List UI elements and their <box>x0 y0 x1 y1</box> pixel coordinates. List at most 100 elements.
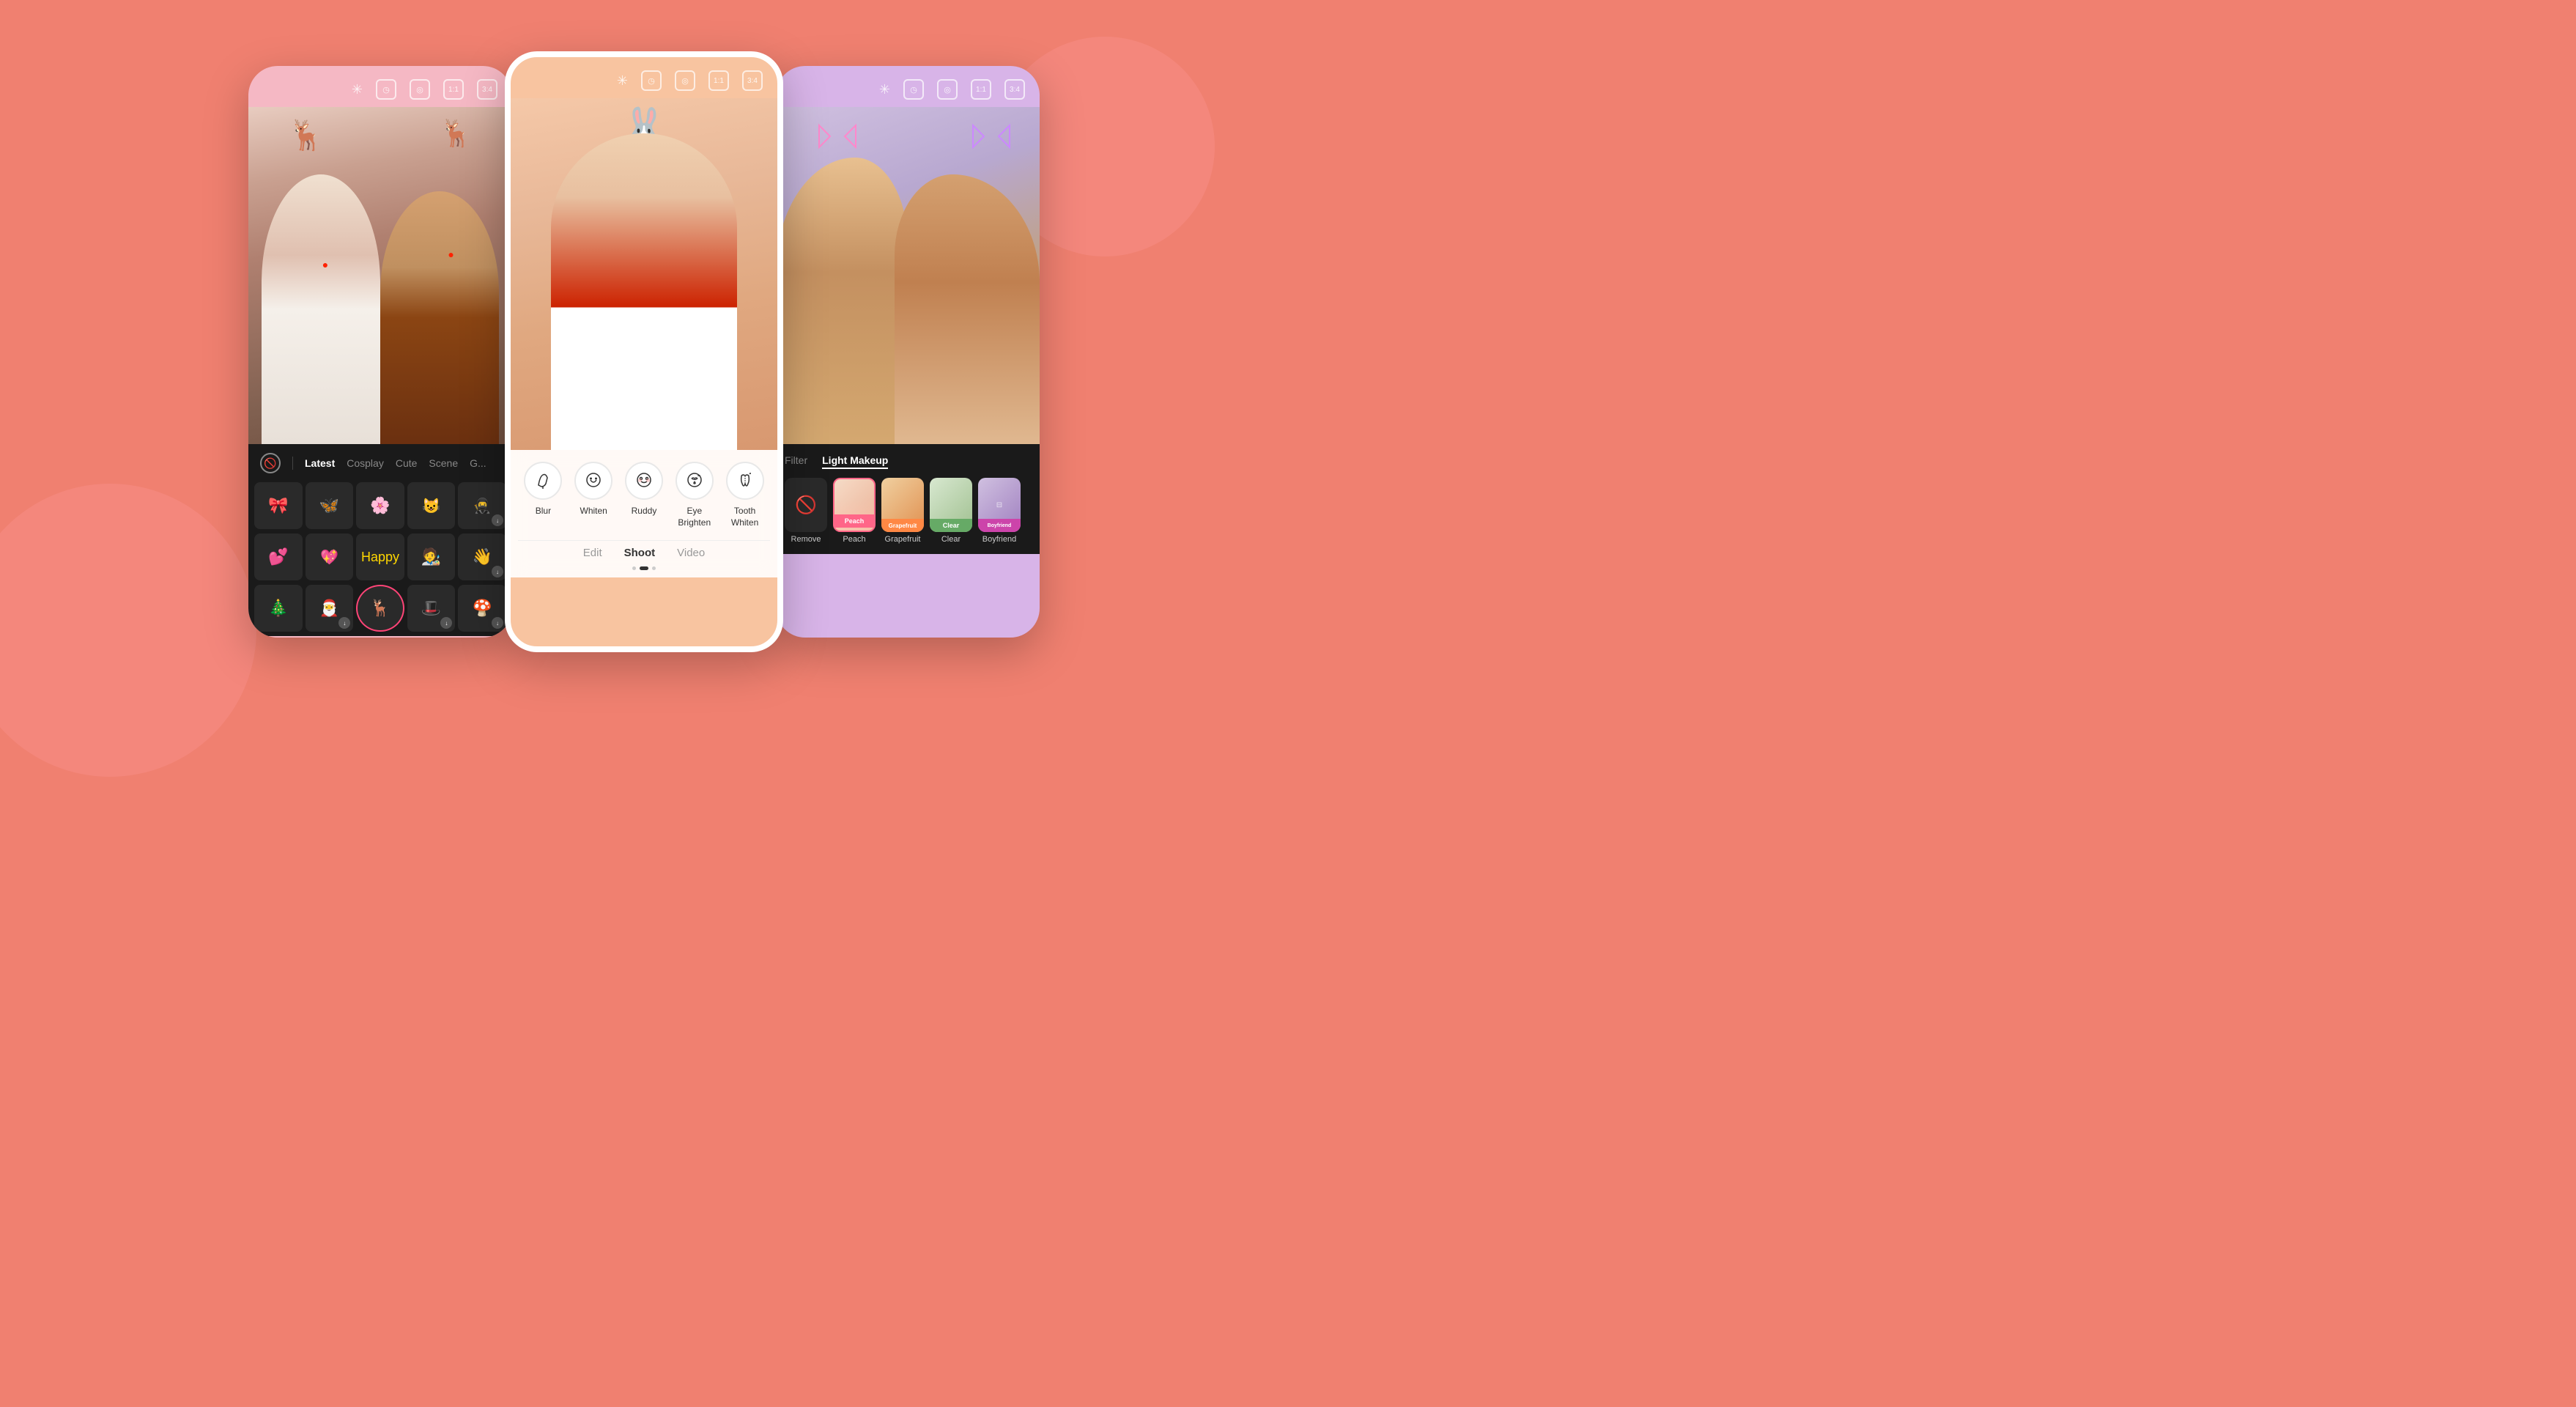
boyfriend-label: Boyfriend <box>982 535 1016 544</box>
tooth-whiten-icon <box>726 462 764 500</box>
boyfriend-swatch-img: ⊟ Boyfriend <box>978 478 1021 532</box>
bg-decoration-left <box>0 484 256 777</box>
whiten-label: Whiten <box>580 506 607 517</box>
eye-brighten-icon <box>676 462 714 500</box>
center-timer-icon[interactable]: ◷ <box>641 70 662 91</box>
whiten-icon <box>574 462 612 500</box>
ruddy-label: Ruddy <box>632 506 657 517</box>
sticker-3[interactable]: 🌸 <box>356 482 404 529</box>
sticker-4[interactable]: 😺 <box>407 482 456 529</box>
sticker-8[interactable]: Happy <box>356 533 404 580</box>
blur-tool[interactable]: Blur <box>519 462 566 517</box>
grapefruit-swatch-img: Grapefruit <box>881 478 924 532</box>
tab-scene[interactable]: Scene <box>429 457 458 469</box>
center-photo-area: 🐰 — — <box>511 98 777 450</box>
download-badge-10: ↓ <box>492 566 503 577</box>
tab-cute[interactable]: Cute <box>396 457 418 469</box>
tab-more[interactable]: G... <box>470 457 486 469</box>
grapefruit-overlay-label: Grapefruit <box>889 522 917 529</box>
right-photo-image: ~~~ ~~~ <box>776 107 1040 444</box>
blur-icon <box>524 462 562 500</box>
left-bottom-panel: 🚫 Latest Cosplay Cute Scene G... 🎀 🦋 🌸 <box>248 444 512 636</box>
filter-tab-makeup[interactable]: Light Makeup <box>822 454 888 469</box>
filter-swatches: 🚫 Remove Peach Peach <box>785 478 1031 544</box>
sticker-5[interactable]: 🥷 ↓ <box>458 482 506 529</box>
whiten-tool[interactable]: Whiten <box>570 462 617 517</box>
tab-latest[interactable]: Latest <box>305 457 335 469</box>
sticker-2[interactable]: 🦋 <box>306 482 354 529</box>
right-person-right <box>895 174 1040 444</box>
dot-1 <box>632 566 636 570</box>
filter-remove[interactable]: 🚫 Remove <box>785 478 827 544</box>
right-focus-icon[interactable]: ◎ <box>937 79 958 100</box>
sticker-13-selected[interactable]: 🦌 <box>356 585 404 632</box>
right-ratio-1-icon[interactable]: 1:1 <box>971 79 991 100</box>
filter-peach[interactable]: Peach Peach <box>833 478 876 544</box>
no-sticker-btn[interactable]: 🚫 <box>260 453 281 473</box>
tooth-whiten-label: Tooth Whiten <box>722 506 769 528</box>
eye-brighten-label: Eye Brighten <box>671 506 718 528</box>
left-photo-area: 🦌 🦌 ● ● <box>248 107 512 444</box>
eye-brighten-tool[interactable]: Eye Brighten <box>671 462 718 528</box>
peach-overlay-label: Peach <box>845 517 865 525</box>
right-top-bar: ✳ ◷ ◎ 1:1 3:4 <box>776 66 1040 107</box>
red-nose-right: ● <box>448 248 454 260</box>
grapefruit-label: Grapefruit <box>885 535 921 544</box>
right-bottom-panel: Filter Light Makeup 🚫 Remove <box>776 444 1040 554</box>
sticker-14[interactable]: 🎩 ↓ <box>407 585 456 632</box>
filter-boyfriend[interactable]: ⊟ Boyfriend Boyfriend <box>978 478 1021 544</box>
right-timer-icon[interactable]: ◷ <box>903 79 924 100</box>
tooth-whiten-tool[interactable]: Tooth Whiten <box>722 462 769 528</box>
left-ratio-1-icon[interactable]: 1:1 <box>443 79 464 100</box>
clear-label: Clear <box>941 535 961 544</box>
filter-grapefruit[interactable]: Grapefruit Grapefruit <box>881 478 924 544</box>
phone-right: ✳ ◷ ◎ 1:1 3:4 <box>776 66 1040 638</box>
filter-tab-filter[interactable]: Filter <box>785 454 807 469</box>
left-photo-image: 🦌 🦌 ● ● <box>248 107 512 444</box>
sticker-1[interactable]: 🎀 <box>254 482 303 529</box>
sticker-10[interactable]: 👋 ↓ <box>458 533 506 580</box>
person-left <box>262 174 380 444</box>
center-ratio-1-icon[interactable]: 1:1 <box>708 70 729 91</box>
boyfriend-overlay-label: Boyfriend <box>988 523 1012 528</box>
left-focus-icon[interactable]: ◎ <box>410 79 430 100</box>
right-flash-icon[interactable]: ✳ <box>879 82 890 97</box>
tab-edit[interactable]: Edit <box>583 547 602 559</box>
dot-2 <box>640 566 648 570</box>
peach-label: Peach <box>843 535 865 544</box>
filter-clear[interactable]: Clear Clear <box>930 478 972 544</box>
left-flash-icon[interactable]: ✳ <box>352 82 363 97</box>
sticker-12[interactable]: 🎅 ↓ <box>306 585 354 632</box>
sticker-7[interactable]: 💖 <box>306 533 354 580</box>
clear-overlay-label: Clear <box>943 522 960 529</box>
sticker-6[interactable]: 💕 <box>254 533 303 580</box>
blur-label: Blur <box>536 506 551 517</box>
tab-shoot[interactable]: Shoot <box>624 547 656 559</box>
center-top-bar: ✳ ◷ ◎ 1:1 3:4 <box>511 57 777 98</box>
tab-cosplay[interactable]: Cosplay <box>347 457 384 469</box>
left-ratio-3-icon[interactable]: 3:4 <box>477 79 497 100</box>
tab-video[interactable]: Video <box>677 547 705 559</box>
center-bottom-panel: Blur Whiten <box>511 450 777 577</box>
sticker-11[interactable]: 🎄 <box>254 585 303 632</box>
person-right <box>380 191 499 444</box>
center-focus-icon[interactable]: ◎ <box>675 70 695 91</box>
ruddy-tool[interactable]: Ruddy <box>621 462 667 517</box>
phone-center: ✳ ◷ ◎ 1:1 3:4 🐰 — — <box>505 51 783 652</box>
ruddy-icon <box>625 462 663 500</box>
sticker-9[interactable]: 🧑‍🎨 <box>407 533 456 580</box>
left-tab-bar: 🚫 Latest Cosplay Cute Scene G... <box>248 444 512 479</box>
phones-container: ✳ ◷ ◎ 1:1 3:4 🦌 🦌 ● ● 🚫 <box>248 51 1040 652</box>
clear-swatch-img: Clear <box>930 478 972 532</box>
remove-label: Remove <box>791 535 821 544</box>
reindeer-right: 🦌 <box>440 118 473 149</box>
center-flash-icon[interactable]: ✳ <box>617 73 628 89</box>
right-photo-area: ~~~ ~~~ <box>776 107 1040 444</box>
left-timer-icon[interactable]: ◷ <box>376 79 396 100</box>
sticker-15[interactable]: 🍄 ↓ <box>458 585 506 632</box>
peach-swatch-img: Peach <box>833 478 876 532</box>
download-badge-15: ↓ <box>492 617 503 629</box>
right-ratio-3-icon[interactable]: 3:4 <box>1004 79 1025 100</box>
tab-divider <box>292 457 293 470</box>
center-ratio-3-icon[interactable]: 3:4 <box>742 70 763 91</box>
